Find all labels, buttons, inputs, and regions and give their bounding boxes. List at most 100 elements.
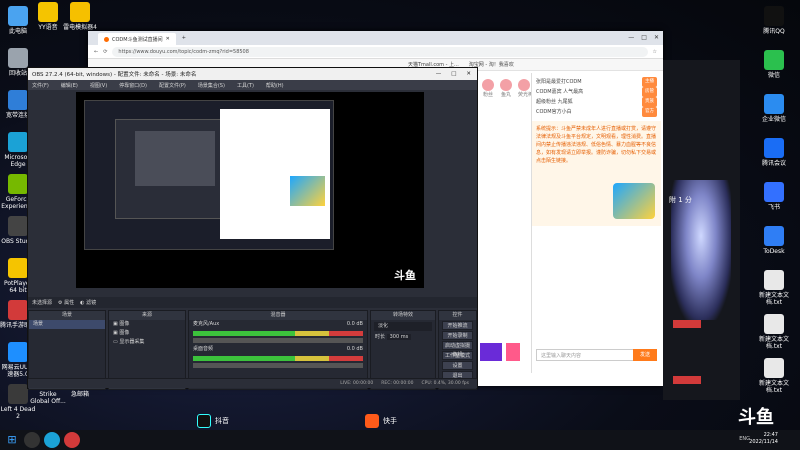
sources-header: 来源	[109, 311, 185, 320]
app-icon	[764, 50, 784, 70]
gift-icon	[518, 79, 530, 91]
settings-button[interactable]: 设置	[442, 361, 473, 370]
volume-slider[interactable]	[193, 338, 363, 343]
desktop-icon-label: 飞书	[767, 204, 780, 211]
desktop-icon-label: 新建文本文档.txt	[758, 292, 789, 306]
desktop-icon[interactable]: ToDesk	[756, 226, 792, 255]
nested-desktop-capture	[84, 100, 334, 250]
close-tab-icon[interactable]: ✕	[166, 36, 170, 42]
refresh-icon[interactable]: ⟳	[103, 49, 107, 55]
rank-item[interactable]: CODM官方小白 官方	[536, 107, 657, 117]
scenes-header: 场景	[29, 311, 105, 320]
desktop-icon-label: ToDesk	[763, 248, 785, 255]
desktop-icon[interactable]: 新建文本文档.txt	[756, 270, 792, 306]
desktop-icon[interactable]: 新建文本文档.txt	[756, 358, 792, 394]
side-stream-panel: 附 1 分	[663, 60, 740, 400]
app-icon	[764, 358, 784, 378]
stream-thumb[interactable]	[506, 343, 520, 361]
minimize-icon[interactable]: —	[628, 34, 634, 41]
source-toolbar: 未选择源 ⚙ 属性 ◐ 滤镜	[28, 297, 477, 308]
kuaishou-logo: 快手	[365, 414, 397, 428]
obs-title: OBS 27.2.4 (64-bit, windows) - 配置文件: 未命名…	[32, 72, 197, 78]
transitions-header: 转场特效	[371, 311, 435, 320]
volume-slider[interactable]	[193, 363, 363, 368]
red-button[interactable]	[673, 320, 701, 328]
event-banner[interactable]	[613, 183, 655, 219]
menu-docks[interactable]: 停靠窗口(D)	[119, 82, 147, 89]
cpu-status: CPU: 0.4%, 30.00 fps	[421, 381, 470, 386]
back-icon[interactable]: ←	[94, 49, 98, 55]
transition-select[interactable]: 淡化	[374, 322, 432, 331]
app-icon	[764, 226, 784, 246]
menu-scene-collection[interactable]: 场景集合(S)	[198, 82, 225, 89]
desktop-icon-label: 新建文本文档.txt	[758, 380, 789, 394]
windows-start-icon[interactable]: ⊞	[4, 432, 20, 448]
desktop-icon[interactable]: 雷电模拟器4	[62, 2, 98, 31]
obs-preview-canvas[interactable]: 斗鱼	[76, 92, 424, 288]
maximize-icon[interactable]: □	[641, 34, 647, 41]
rank-item[interactable]: CODM嘉宾 人气最高 房管	[536, 87, 657, 97]
menu-edit[interactable]: 编辑(E)	[61, 82, 78, 89]
audio-meter	[193, 356, 363, 361]
gift-item[interactable]: 粉丝	[482, 79, 494, 98]
filters-button[interactable]: ◐ 滤镜	[80, 299, 96, 306]
scene-item[interactable]: 场景	[29, 320, 105, 329]
desktop-icon-label: YY语音	[38, 24, 58, 31]
star-icon[interactable]: ☆	[653, 49, 657, 55]
menu-help[interactable]: 帮助(H)	[266, 82, 284, 89]
properties-button[interactable]: ⚙ 属性	[58, 299, 74, 306]
desktop-icon[interactable]: 腾讯QQ	[756, 6, 792, 35]
clock[interactable]: 22:47 2022/11/14	[749, 432, 778, 446]
rank-item[interactable]: 张阳是最爱打CODM 主播	[536, 77, 657, 87]
taskbar-edge-icon[interactable]	[44, 432, 60, 448]
desktop-icon[interactable]: 飞书	[756, 182, 792, 211]
start-recording-button[interactable]: 开始录制	[442, 331, 473, 340]
source-item[interactable]: ▣ 图像	[109, 320, 185, 329]
desktop-icon[interactable]: 企业微信	[756, 94, 792, 123]
send-button[interactable]: 发送	[633, 349, 657, 361]
app-icon	[8, 384, 28, 404]
rec-status: REC: 00:00:00	[381, 381, 414, 386]
maximize-icon[interactable]: □	[451, 71, 456, 77]
studio-mode-button[interactable]: 工作室模式	[442, 351, 473, 360]
desktop-icon[interactable]: 腾讯会议	[756, 138, 792, 167]
douyin-logo: 抖音	[197, 414, 229, 428]
new-tab-icon[interactable]: +	[182, 35, 186, 41]
app-icon	[8, 48, 28, 68]
taskbar-obs-icon[interactable]	[24, 432, 40, 448]
desktop-icon-label: 腾讯会议	[761, 160, 786, 167]
gift-icon	[500, 79, 512, 91]
duration-input[interactable]: 300 ms	[386, 334, 412, 340]
app-icon	[764, 138, 784, 158]
desktop-icon[interactable]: 微信	[756, 50, 792, 79]
source-item[interactable]: ▣ 图像	[109, 329, 185, 338]
close-icon[interactable]: ✕	[654, 34, 659, 41]
url-input[interactable]: https://www.douyu.com/topic/codm-zmq?rid…	[112, 46, 648, 57]
duration-row: 时长 300 ms	[371, 333, 435, 342]
audio-meter	[193, 331, 363, 336]
app-icon	[8, 90, 28, 110]
start-streaming-button[interactable]: 开始推流	[442, 321, 473, 330]
gift-item[interactable]: 鱼丸	[500, 79, 512, 98]
browser-tab[interactable]: CODM斗鱼测试直播间 ✕	[98, 33, 176, 45]
desktop-icon-label: 腾讯QQ	[763, 28, 785, 35]
douyin-icon	[197, 414, 211, 428]
source-item[interactable]: ▭ 显示器采集	[109, 338, 185, 347]
desktop-icon[interactable]: 新建文本文档.txt	[756, 314, 792, 350]
live-status: LIVE: 00:00:00	[340, 381, 374, 386]
close-icon[interactable]: ✕	[466, 71, 471, 77]
stream-thumb[interactable]	[480, 343, 502, 361]
red-button[interactable]	[673, 376, 701, 384]
menu-profile[interactable]: 配置文件(P)	[159, 82, 186, 89]
app-icon	[764, 6, 784, 26]
rank-item[interactable]: 超级粉丝 九尾狐 贵族	[536, 97, 657, 107]
desktop-icon[interactable]: YY语音	[30, 2, 66, 31]
language-indicator[interactable]: ENG	[739, 436, 750, 442]
menu-file[interactable]: 文件(F)	[32, 82, 49, 89]
menu-view[interactable]: 视图(V)	[90, 82, 107, 89]
minimize-icon[interactable]: —	[436, 71, 442, 77]
virtual-camera-button[interactable]: 启动虚拟摄像机	[442, 341, 473, 358]
menu-tools[interactable]: 工具(T)	[237, 82, 254, 89]
app-icon	[764, 314, 784, 334]
taskbar-app-icon[interactable]	[64, 432, 80, 448]
